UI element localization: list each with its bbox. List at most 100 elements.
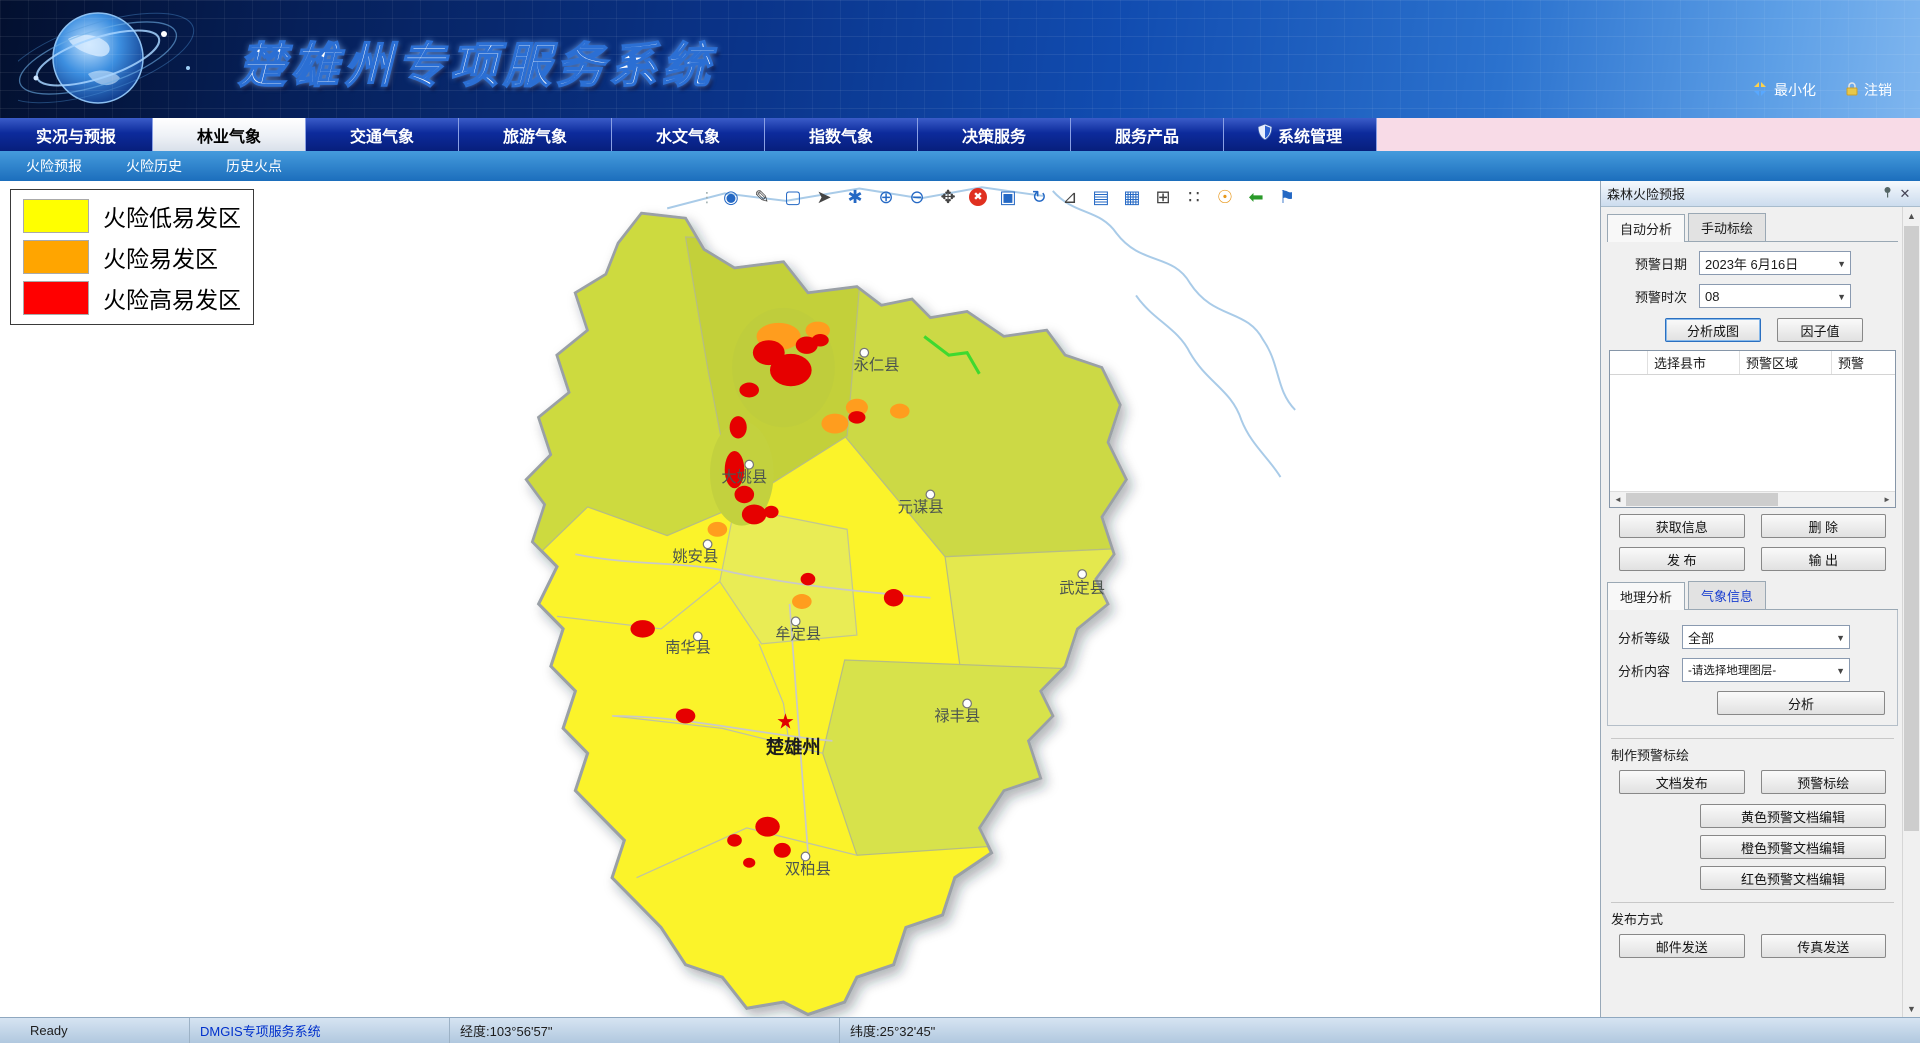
pin-icon[interactable] (1878, 186, 1896, 201)
warning-date-select[interactable]: 2023年 6月16日 ▼ (1699, 251, 1851, 275)
status-ready: Ready (0, 1018, 190, 1043)
scroll-right-arrow-icon[interactable]: ► (1879, 495, 1895, 504)
warning-time-value: 08 (1705, 289, 1719, 304)
analysis-content-value: -请选择地理图层- (1688, 662, 1776, 678)
logout-button[interactable]: 注销 (1846, 80, 1892, 100)
globe-logo-icon (18, 4, 248, 118)
analysis-level-select[interactable]: 全部 ▼ (1682, 625, 1850, 649)
warning-time-select[interactable]: 08 ▼ (1699, 284, 1851, 308)
measure-icon[interactable]: ⊿ (1060, 187, 1080, 207)
back-icon[interactable]: ⬅ (1246, 187, 1266, 207)
tab-index-weather[interactable]: 指数气象 (765, 118, 918, 151)
chevron-down-icon: ▼ (1837, 292, 1846, 302)
tab-manual-plot[interactable]: 手动标绘 (1688, 213, 1766, 241)
tab-weather-info[interactable]: 气象信息 (1688, 581, 1766, 609)
subnav-historical-fire-points[interactable]: 历史火点 (226, 156, 282, 176)
refresh-icon[interactable]: ↻ (1029, 187, 1049, 207)
tab-hydrology-weather[interactable]: 水文气象 (612, 118, 765, 151)
delete-button[interactable]: 删 除 (1761, 514, 1887, 538)
fax-send-button[interactable]: 传真发送 (1761, 934, 1887, 958)
scrollbar-thumb[interactable] (1904, 226, 1919, 831)
toolbar-drag-handle[interactable]: ⋮ (700, 187, 710, 207)
full-extent-icon[interactable]: ▣ (998, 187, 1018, 207)
table-body[interactable] (1610, 375, 1895, 491)
status-longitude: 经度:103°56'57" (450, 1018, 840, 1043)
legend-icon[interactable]: ▤ (1091, 187, 1111, 207)
tab-forestry-weather[interactable]: 林业气象 (153, 118, 306, 151)
zoom-in-icon[interactable]: ⊕ (876, 187, 896, 207)
pointer-icon[interactable]: ➤ (814, 187, 834, 207)
county-label: 大姚县 (721, 468, 767, 486)
yellow-warning-doc-button[interactable]: 黄色预警文档编辑 (1700, 804, 1886, 828)
sub-nav: 火险预报 火险历史 历史火点 (0, 151, 1920, 181)
tab-realtime-forecast[interactable]: 实况与预报 (0, 118, 153, 151)
chart-icon[interactable]: ▦ (1122, 187, 1142, 207)
geo-analysis-pane: 分析等级 全部 ▼ 分析内容 -请选择地理图层- ▼ (1607, 610, 1898, 726)
legend-label: 火险易发区 (103, 240, 218, 274)
scale-icon[interactable]: ∷ (1184, 187, 1204, 207)
tip-icon[interactable]: ☉ (1215, 187, 1235, 207)
table-header-county: 选择县市 (1648, 351, 1740, 374)
tab-system-management[interactable]: 系统管理 (1224, 118, 1377, 151)
panel-titlebar: 森林火险预报 ✕ (1601, 181, 1920, 207)
output-button[interactable]: 输 出 (1761, 547, 1887, 571)
tab-decision-service[interactable]: 决策服务 (918, 118, 1071, 151)
minimize-button[interactable]: 最小化 (1752, 80, 1816, 100)
subnav-fire-risk-forecast[interactable]: 火险预报 (26, 156, 82, 176)
minimize-icon (1752, 82, 1768, 99)
tab-tourism-weather[interactable]: 旅游气象 (459, 118, 612, 151)
identify-icon[interactable]: ✱ (845, 187, 865, 207)
table-header-blank (1610, 351, 1648, 374)
table-horizontal-scrollbar[interactable]: ◄ ► (1610, 491, 1895, 507)
warning-date-value: 2023年 6月16日 (1705, 254, 1798, 273)
publish-mode-section-label: 发布方式 (1611, 902, 1894, 928)
email-send-button[interactable]: 邮件发送 (1619, 934, 1745, 958)
close-icon[interactable]: ✕ (1896, 186, 1914, 202)
red-warning-doc-button[interactable]: 红色预警文档编辑 (1700, 866, 1886, 890)
legend-swatch-yellow (23, 199, 89, 233)
county-label: 武定县 (1059, 579, 1105, 597)
flag-icon[interactable]: ⚑ (1277, 187, 1297, 207)
warning-plot-button[interactable]: 预警标绘 (1761, 770, 1887, 794)
forest-fire-forecast-panel: 森林火险预报 ✕ 自动分析 手动标绘 预警日期 2023年 6月16日 (1600, 181, 1920, 1017)
status-latitude: 纬度:25°32'45" (840, 1018, 1920, 1043)
table-header-warning: 预警 (1832, 351, 1895, 374)
orange-warning-doc-button[interactable]: 橙色预警文档编辑 (1700, 835, 1886, 859)
warning-date-label: 预警日期 (1635, 254, 1699, 273)
panel-vertical-scrollbar[interactable]: ▲ ▼ (1902, 207, 1920, 1017)
globe-icon[interactable]: ◉ (721, 187, 741, 207)
map-area[interactable]: ★ 永仁县 大姚县 元谋县 姚安县 武定县 牟定县 南华县 禄丰县 双柏县 楚雄… (0, 181, 1600, 1017)
scroll-left-arrow-icon[interactable]: ◄ (1610, 495, 1626, 504)
tab-traffic-weather[interactable]: 交通气象 (306, 118, 459, 151)
scroll-up-arrow-icon[interactable]: ▲ (1903, 207, 1920, 224)
sketch-icon[interactable]: ✎ (752, 187, 772, 207)
analysis-content-select[interactable]: -请选择地理图层- ▼ (1682, 658, 1850, 682)
table-header-region: 预警区域 (1740, 351, 1832, 374)
tab-auto-analysis[interactable]: 自动分析 (1607, 214, 1685, 242)
legend-item-low: 火险低易发区 (23, 199, 241, 233)
logout-label: 注销 (1864, 80, 1892, 100)
doc-publish-button[interactable]: 文档发布 (1619, 770, 1745, 794)
pan-icon[interactable]: ✥ (938, 187, 958, 207)
print-icon[interactable]: ⊞ (1153, 187, 1173, 207)
analysis-content-label: 分析内容 (1618, 661, 1682, 680)
select-area-icon[interactable]: ▢ (783, 187, 803, 207)
zoom-out-icon[interactable]: ⊖ (907, 187, 927, 207)
subnav-fire-risk-history[interactable]: 火险历史 (126, 156, 182, 176)
chevron-down-icon: ▼ (1836, 666, 1845, 676)
get-info-button[interactable]: 获取信息 (1619, 514, 1745, 538)
analyze-button[interactable]: 分析 (1717, 691, 1885, 715)
minimize-label: 最小化 (1774, 80, 1816, 100)
tab-service-products[interactable]: 服务产品 (1071, 118, 1224, 151)
legend-item-high: 火险高易发区 (23, 281, 241, 315)
analysis-mode-tabs: 自动分析 手动标绘 (1607, 213, 1898, 242)
tab-geo-analysis[interactable]: 地理分析 (1607, 582, 1685, 610)
analyze-map-button[interactable]: 分析成图 (1665, 318, 1761, 342)
warning-region-table[interactable]: 选择县市 预警区域 预警 ◄ ► (1609, 350, 1896, 508)
scroll-down-arrow-icon[interactable]: ▼ (1903, 1000, 1920, 1017)
factor-value-button[interactable]: 因子值 (1777, 318, 1863, 342)
publish-button[interactable]: 发 布 (1619, 547, 1745, 571)
clear-icon[interactable]: ✖ (969, 188, 987, 206)
scrollbar-thumb[interactable] (1626, 493, 1778, 506)
status-system-name[interactable]: DMGIS专项服务系统 (200, 1021, 321, 1040)
